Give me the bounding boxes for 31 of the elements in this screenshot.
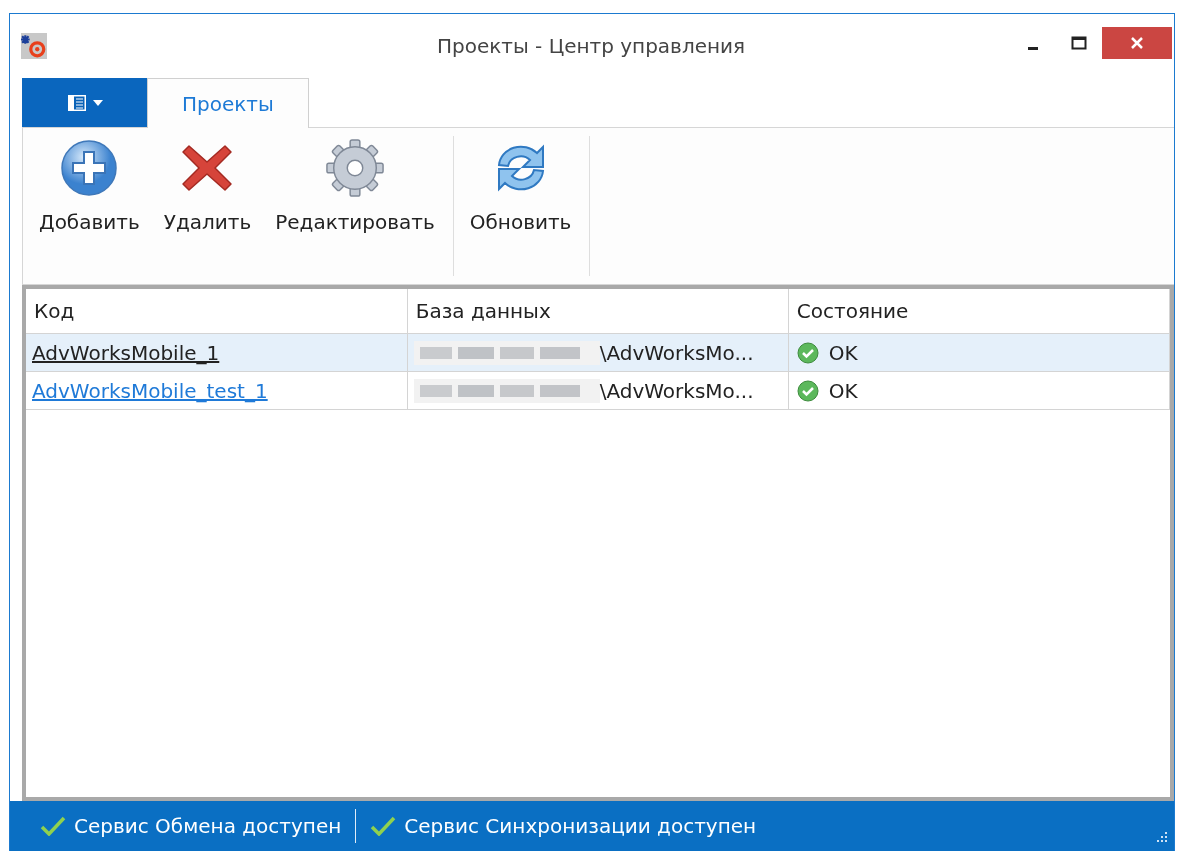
database-cell: \AdvWorksMo...: [599, 378, 754, 403]
status-cell: OK: [828, 340, 858, 365]
edit-button[interactable]: Редактировать: [265, 136, 445, 246]
plus-icon: [59, 138, 120, 198]
table-row[interactable]: AdvWorksMobile_1 \AdvWorksMo... OK: [26, 333, 1170, 372]
app-icon: [21, 33, 47, 59]
check-circle-icon: [796, 379, 819, 402]
check-circle-icon: [796, 341, 819, 364]
resize-grip-icon[interactable]: [1154, 829, 1168, 843]
panel-icon: [66, 93, 87, 112]
table-row[interactable]: AdvWorksMobile_test_1 \AdvWorksMo... OK: [26, 371, 1170, 410]
column-header[interactable]: Состояние: [788, 289, 1170, 334]
column-header[interactable]: Код: [26, 289, 408, 334]
status-text: Сервис Синхронизации доступен: [404, 814, 757, 838]
database-cell: \AdvWorksMo...: [599, 340, 754, 365]
ribbon-tab[interactable]: Проекты: [147, 78, 309, 128]
caret-icon: [92, 99, 103, 106]
gear-icon: [324, 138, 386, 198]
add-button[interactable]: Добавить: [29, 136, 150, 246]
maximize-icon: [1071, 36, 1087, 50]
close-icon: [1129, 35, 1145, 51]
status-text: Сервис Обмена доступен: [74, 814, 342, 838]
app-menu-button[interactable]: [22, 78, 147, 127]
minimize-icon: [1028, 46, 1038, 50]
refresh-button[interactable]: Обновить: [459, 136, 582, 246]
status-cell: OK: [828, 378, 858, 403]
project-link[interactable]: AdvWorksMobile_test_1: [32, 378, 268, 403]
column-header[interactable]: База данных: [407, 289, 789, 334]
close-button[interactable]: [1102, 27, 1172, 59]
delete-button[interactable]: Удалить: [153, 136, 262, 246]
window-title: Проекты - Центр управления: [435, 34, 747, 58]
